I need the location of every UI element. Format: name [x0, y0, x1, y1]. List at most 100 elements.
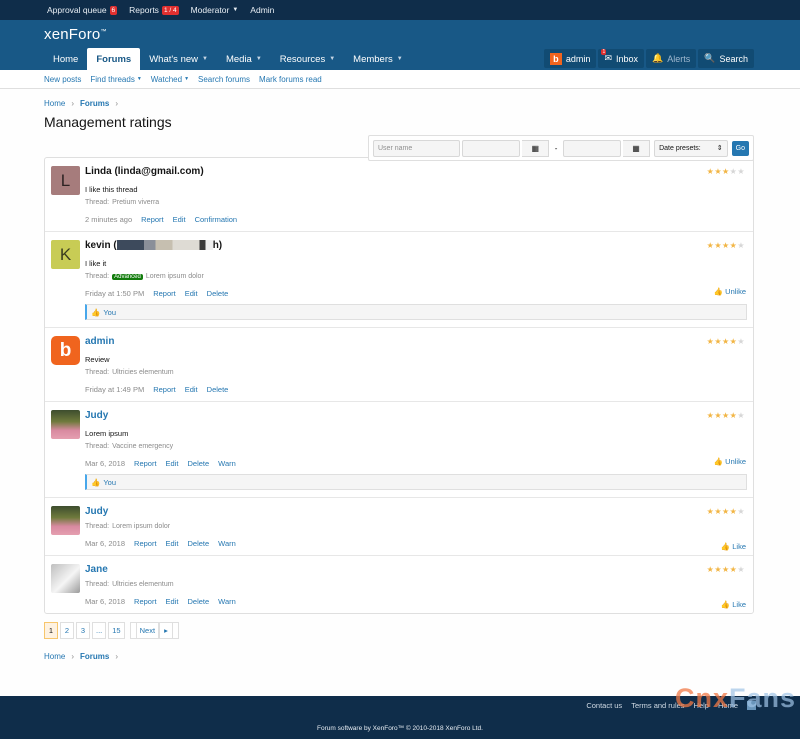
- delete-link[interactable]: Delete: [187, 597, 209, 606]
- delete-link[interactable]: Delete: [187, 539, 209, 548]
- page-link[interactable]: 3: [76, 622, 90, 639]
- edit-link[interactable]: Edit: [166, 459, 179, 468]
- like-button[interactable]: 👍 Like: [721, 600, 746, 609]
- tab-home[interactable]: Home: [44, 48, 87, 70]
- timestamp[interactable]: Mar 6, 2018: [85, 539, 125, 548]
- next-page-button[interactable]: Next ▸: [129, 622, 180, 639]
- breadcrumb-forums[interactable]: Forums: [80, 652, 109, 661]
- tab-resources[interactable]: Resources ▼: [271, 48, 344, 70]
- contact-us-link[interactable]: Contact us: [586, 701, 622, 710]
- action-bar: 2 minutes ago Report Edit Confirmation: [85, 215, 747, 224]
- thread-link[interactable]: Lorem ipsum dolor: [112, 523, 170, 530]
- warn-link[interactable]: Warn: [218, 597, 236, 606]
- username[interactable]: admin: [85, 336, 747, 350]
- page-link[interactable]: 2: [60, 622, 74, 639]
- rating-item: b admin Review Thread: Ultricies elementu…: [45, 328, 753, 402]
- breadcrumb-forums[interactable]: Forums: [80, 99, 109, 108]
- watched-link[interactable]: Watched ▼: [151, 75, 189, 84]
- report-link[interactable]: Report: [134, 539, 157, 548]
- search-forums-link[interactable]: Search forums: [198, 75, 250, 84]
- account-button[interactable]: b admin: [543, 49, 597, 68]
- admin-link[interactable]: Admin: [250, 5, 274, 15]
- warn-link[interactable]: Warn: [218, 539, 236, 548]
- rating-text: Review: [85, 355, 110, 364]
- avatar[interactable]: K: [51, 240, 80, 269]
- site-logo[interactable]: xenForo™: [44, 26, 107, 43]
- moderator-menu[interactable]: Moderator ▼: [191, 5, 239, 15]
- thread-link[interactable]: Pretium viverra: [112, 199, 159, 206]
- go-button[interactable]: Go: [731, 140, 750, 156]
- date-presets-select[interactable]: Date presets: ⇕: [654, 139, 728, 157]
- reports-link[interactable]: Reports 1 / 4: [129, 5, 179, 15]
- likes-summary[interactable]: 👍 You: [85, 474, 747, 490]
- inbox-button[interactable]: ✉ 1 Inbox: [598, 49, 645, 68]
- unlike-button[interactable]: 👍 Unlike: [714, 287, 746, 296]
- username[interactable]: Judy: [85, 506, 747, 520]
- username[interactable]: Linda (linda@gmail.com): [85, 166, 747, 180]
- page-jump[interactable]: ...: [92, 622, 107, 639]
- unlike-button[interactable]: 👍 Unlike: [714, 457, 746, 466]
- page-link[interactable]: 1: [44, 622, 58, 639]
- username[interactable]: kevin (h): [85, 240, 747, 254]
- thread-link[interactable]: Vaccine emergency: [112, 443, 173, 450]
- edit-link[interactable]: Edit: [166, 597, 179, 606]
- edit-link[interactable]: Edit: [185, 385, 198, 394]
- caret-down-icon[interactable]: ▼: [397, 56, 403, 62]
- delete-link[interactable]: Delete: [207, 385, 229, 394]
- thread-link[interactable]: Ultricies elementum: [112, 369, 173, 376]
- calendar-icon[interactable]: ▦: [522, 139, 550, 157]
- caret-down-icon[interactable]: ▼: [202, 56, 208, 62]
- start-date-input[interactable]: [462, 139, 521, 157]
- warn-link[interactable]: Warn: [218, 459, 236, 468]
- report-link[interactable]: Report: [134, 459, 157, 468]
- delete-link[interactable]: Delete: [207, 289, 229, 298]
- timestamp[interactable]: Friday at 1:50 PM: [85, 289, 144, 298]
- avatar[interactable]: L: [51, 166, 80, 195]
- confirmation-link[interactable]: Confirmation: [195, 215, 238, 224]
- report-link[interactable]: Report: [153, 289, 176, 298]
- timestamp[interactable]: 2 minutes ago: [85, 215, 132, 224]
- page-link[interactable]: 15: [108, 622, 125, 639]
- avatar[interactable]: [51, 564, 80, 593]
- username[interactable]: Judy: [85, 410, 747, 424]
- rating-item: L Linda (linda@gmail.com) I like this th…: [45, 158, 753, 232]
- report-link[interactable]: Report: [141, 215, 164, 224]
- calendar-icon[interactable]: ▦: [623, 139, 651, 157]
- approval-queue-link[interactable]: Approval queue 6: [47, 5, 118, 15]
- caret-down-icon[interactable]: ▼: [329, 56, 335, 62]
- star-rating: ★★★★★: [706, 507, 745, 516]
- tab-forums[interactable]: Forums: [87, 48, 141, 70]
- new-posts-link[interactable]: New posts: [44, 75, 81, 84]
- thread-link[interactable]: Lorem ipsum dolor: [146, 273, 204, 280]
- avatar[interactable]: [51, 506, 80, 535]
- report-link[interactable]: Report: [153, 385, 176, 394]
- username[interactable]: Jane: [85, 564, 747, 578]
- alerts-button[interactable]: 🔔 Alerts: [646, 49, 697, 68]
- edit-link[interactable]: Edit: [166, 539, 179, 548]
- search-button[interactable]: 🔍 Search: [698, 49, 754, 68]
- reports-count-badge: 1 / 4: [161, 5, 179, 15]
- breadcrumb-home[interactable]: Home: [44, 99, 65, 108]
- report-link[interactable]: Report: [134, 597, 157, 606]
- avatar[interactable]: [51, 410, 80, 439]
- find-threads-link[interactable]: Find threads ▼: [90, 75, 141, 84]
- end-date-input[interactable]: [562, 139, 622, 157]
- like-button[interactable]: 👍 Like: [721, 542, 746, 551]
- breadcrumb-home[interactable]: Home: [44, 652, 65, 661]
- thread-link[interactable]: Ultricies elementum: [112, 581, 173, 588]
- avatar[interactable]: b: [51, 336, 80, 365]
- username-filter-input[interactable]: User name: [373, 139, 461, 157]
- thumbs-up-icon: 👍: [713, 457, 724, 466]
- tab-media[interactable]: Media ▼: [217, 48, 271, 70]
- delete-link[interactable]: Delete: [187, 459, 209, 468]
- caret-down-icon[interactable]: ▼: [256, 56, 262, 62]
- timestamp[interactable]: Mar 6, 2018: [85, 459, 125, 468]
- timestamp[interactable]: Friday at 1:49 PM: [85, 385, 144, 394]
- mark-forums-read-link[interactable]: Mark forums read: [259, 75, 322, 84]
- edit-link[interactable]: Edit: [173, 215, 186, 224]
- tab-members[interactable]: Members ▼: [344, 48, 412, 70]
- edit-link[interactable]: Edit: [185, 289, 198, 298]
- tab-whats-new[interactable]: What's new ▼: [140, 48, 217, 70]
- likes-summary[interactable]: 👍 You: [85, 304, 747, 320]
- timestamp[interactable]: Mar 6, 2018: [85, 597, 125, 606]
